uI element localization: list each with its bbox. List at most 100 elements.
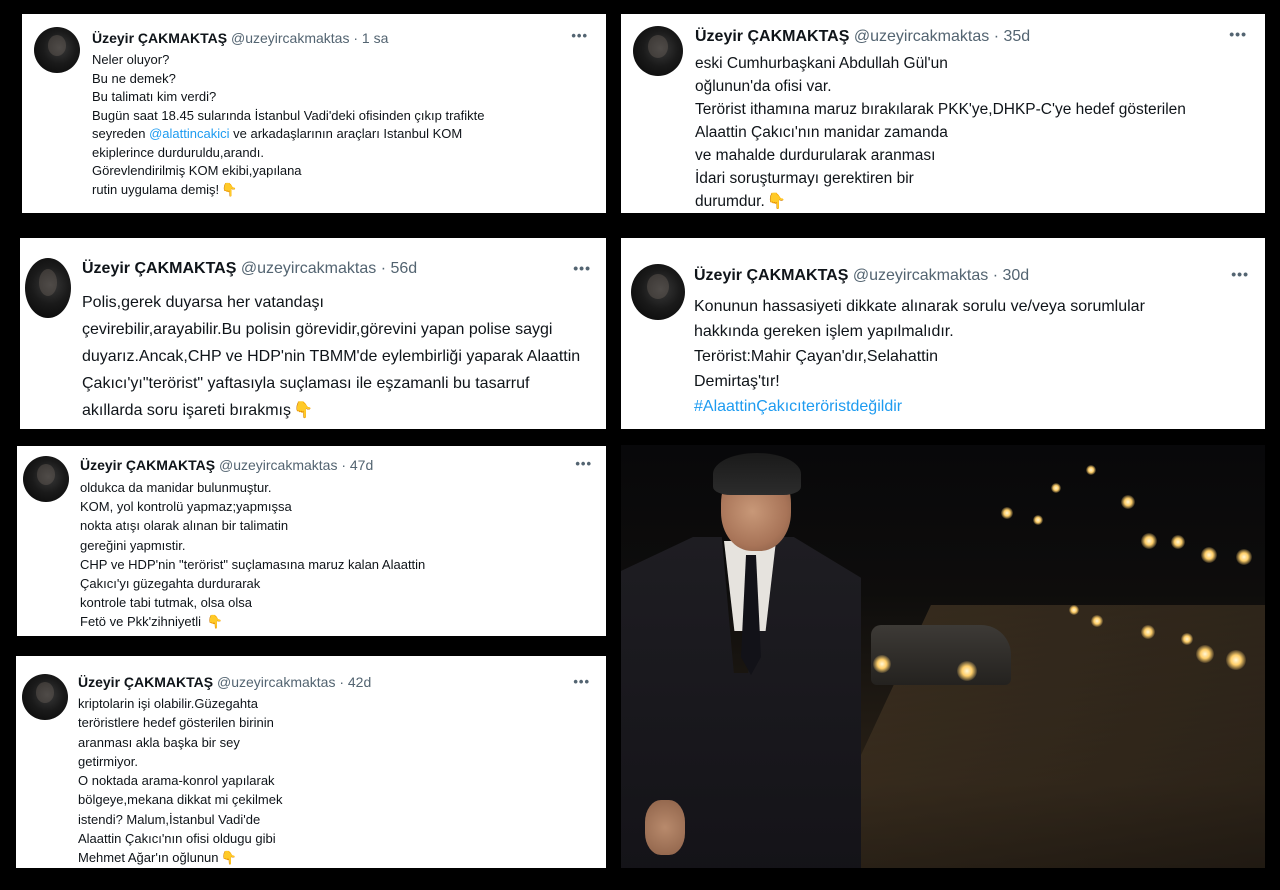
headlight [1226,650,1246,670]
tweet-card-6[interactable]: Üzeyir ÇAKMAKTAŞ @uzeyircakmaktas · 42d … [16,656,606,868]
tweet-line: gereğini yapmıstir. [80,537,186,553]
tweet-time[interactable]: · 56d [381,260,417,277]
tweet-line: Alaattin Çakıcı'nın manidar zamanda [695,124,948,141]
street-light [1001,507,1013,519]
tweet-line: Çakıcı'yı güzegahta durdurarak [80,576,261,592]
author-name[interactable]: Üzeyir ÇAKMAKTAŞ [82,260,236,277]
tweet-text: Neler oluyor? Bu ne demek? Bu talimatı k… [92,51,485,199]
author-handle[interactable]: @uzeyircakmaktas [241,260,376,277]
tweet-header: Üzeyir ÇAKMAKTAŞ @uzeyircakmaktas · 56d [82,260,417,278]
tweet-card-3[interactable]: Üzeyir ÇAKMAKTAŞ @uzeyircakmaktas · 56d … [20,238,606,429]
tweet-text-segment: seyreden [92,126,146,141]
tweet-line: Demirtaş'tır! [694,373,780,390]
tweet-line: Terörist ithamına maruz bırakılarak PKK'… [695,101,1186,118]
tweet-line: oldukca da manidar bulunmuştur. [80,480,272,495]
tweet-card-5[interactable]: Üzeyir ÇAKMAKTAŞ @uzeyircakmaktas · 47d … [17,446,606,636]
street-light [1236,549,1252,565]
tweet-card-1[interactable]: Üzeyir ÇAKMAKTAŞ @uzeyircakmaktas · 1 sa… [22,14,606,213]
tweet-text: Polis,gerek duyarsa her vatandaşı çevire… [82,289,580,424]
tweet-line: eski Cumhurbaşkani Abdullah Gül'un [695,55,948,72]
avatar[interactable] [631,264,685,320]
headlight [1196,645,1214,663]
author-handle[interactable]: @uzeyircakmaktas [219,457,337,473]
person-hair [713,453,801,495]
tweet-text-segment: Mehmet Ağar'ın oğlunun [78,850,219,866]
tweet-text: oldukca da manidar bulunmuştur. KOM, yol… [80,478,425,632]
tweet-line: istendi? Malum,İstanbul Vadi'de [78,811,261,827]
tweet-line: Görevlendirilmiş KOM ekibi,yapılana [92,163,302,178]
tweet-line: bölgeye,mekana dikkat mi çekilmek [78,792,283,808]
tweet-line: CHP ve HDP'nin "terörist" suçlamasına ma… [80,556,426,572]
author-handle[interactable]: @uzeyircakmaktas [217,674,335,690]
street-light [1086,465,1096,475]
tweet-line: teröristlere hedef gösterilen birinin [78,715,274,731]
tweet-line: durumdur. 👇 [695,190,1186,213]
street-light [1141,533,1157,549]
tweet-card-4[interactable]: Üzeyir ÇAKMAKTAŞ @uzeyircakmaktas · 30d … [621,238,1265,429]
tweet-text-segment: akıllarda soru işareti bırakmış [82,402,291,419]
tweet-line: nokta atışı olarak alınan bir talimatin [80,518,289,534]
tweet-header: Üzeyir ÇAKMAKTAŞ @uzeyircakmaktas · 1 sa [92,30,388,46]
tweet-line: Mehmet Ağar'ın oğlunun 👇 [78,848,282,867]
tweet-time[interactable]: · 47d [341,457,373,473]
tweet-line: rutin uygulama demiş! 👇 [92,181,485,200]
person-hand [645,800,685,855]
tweet-text: kriptolarin işi olabilir.Güzegahta terör… [78,694,282,868]
street-light [1051,483,1061,493]
more-dots-icon[interactable]: ••• [1229,26,1247,42]
tweet-line: Polis,gerek duyarsa her vatandaşı [82,294,324,311]
author-handle[interactable]: @uzeyircakmaktas [854,28,989,45]
road-shape [791,605,1265,868]
street-light [1171,535,1185,549]
tweet-line: akıllarda soru işareti bırakmış 👇 [82,397,580,424]
tweet-text: eski Cumhurbaşkani Abdullah Gül'un oğlun… [695,52,1186,213]
tweet-time[interactable]: · 1 sa [353,30,388,46]
avatar[interactable] [633,26,683,76]
tweet-header: Üzeyir ÇAKMAKTAŞ @uzeyircakmaktas · 30d [694,267,1029,285]
tweet-card-2[interactable]: Üzeyir ÇAKMAKTAŞ @uzeyircakmaktas · 35d … [621,14,1265,213]
street-light [1201,547,1217,563]
avatar[interactable] [25,258,71,318]
avatar[interactable] [34,27,80,73]
author-name[interactable]: Üzeyir ÇAKMAKTAŞ [78,674,213,690]
author-handle[interactable]: @uzeyircakmaktas [853,267,988,284]
tweet-line: hakkında gereken işlem yapılmalıdır. [694,323,954,340]
tweet-text-segment: ve arkadaşlarının araçları Istanbul KOM [229,126,463,141]
pointing-down-hand-icon: 👇 [292,402,313,419]
author-name[interactable]: Üzeyir ÇAKMAKTAŞ [80,457,215,473]
author-name[interactable]: Üzeyir ÇAKMAKTAŞ [695,28,849,45]
street-light [1033,515,1043,525]
tweet-text-segment: Fetö ve Pkk'zihniyetli [80,614,201,630]
tweet-text: Konunun hassasiyeti dikkate alınarak sor… [694,294,1145,419]
tweet-line: aranması akla başka bir sey [78,734,240,750]
author-name[interactable]: Üzeyir ÇAKMAKTAŞ [694,267,848,284]
man-in-suit-night-road-photo [621,445,1265,868]
street-light [1069,605,1079,615]
tweet-line: Bu talimatı kim verdi? [92,89,217,104]
headlight [957,661,977,681]
more-dots-icon[interactable]: ••• [571,28,588,43]
car-shape [871,625,1011,685]
avatar[interactable] [23,456,69,502]
tweet-text-segment: rutin uygulama demiş! [92,181,220,197]
tweet-line: KOM, yol kontrolü yapmaz;yapmışsa [80,499,292,515]
tweet-header: Üzeyir ÇAKMAKTAŞ @uzeyircakmaktas · 47d [80,457,373,473]
tweet-time[interactable]: · 42d [339,674,371,690]
tweet-time[interactable]: · 30d [993,267,1029,284]
more-dots-icon[interactable]: ••• [573,260,591,276]
tweet-line: kontrole tabi tutmak, olsa olsa [80,595,252,611]
more-dots-icon[interactable]: ••• [575,456,592,471]
tweet-time[interactable]: · 35d [994,28,1030,45]
more-dots-icon[interactable]: ••• [1231,266,1249,282]
author-handle[interactable]: @uzeyircakmaktas [231,30,349,46]
more-dots-icon[interactable]: ••• [573,674,590,689]
mention-link[interactable]: @alattincakici [149,126,229,141]
pointing-down-hand-icon: 👇 [206,614,223,630]
author-name[interactable]: Üzeyir ÇAKMAKTAŞ [92,30,227,46]
avatar[interactable] [22,674,68,720]
hashtag-link[interactable]: #AlaattinÇakıcıteröristdeğildir [694,394,1145,419]
tweet-line: Neler oluyor? [92,52,170,67]
tweet-line: seyreden @alattincakici ve arkadaşlarını… [92,125,485,144]
tweet-line: Fetö ve Pkk'zihniyetli 👇 [80,612,425,631]
tweet-line: Konunun hassasiyeti dikkate alınarak sor… [694,298,1145,315]
